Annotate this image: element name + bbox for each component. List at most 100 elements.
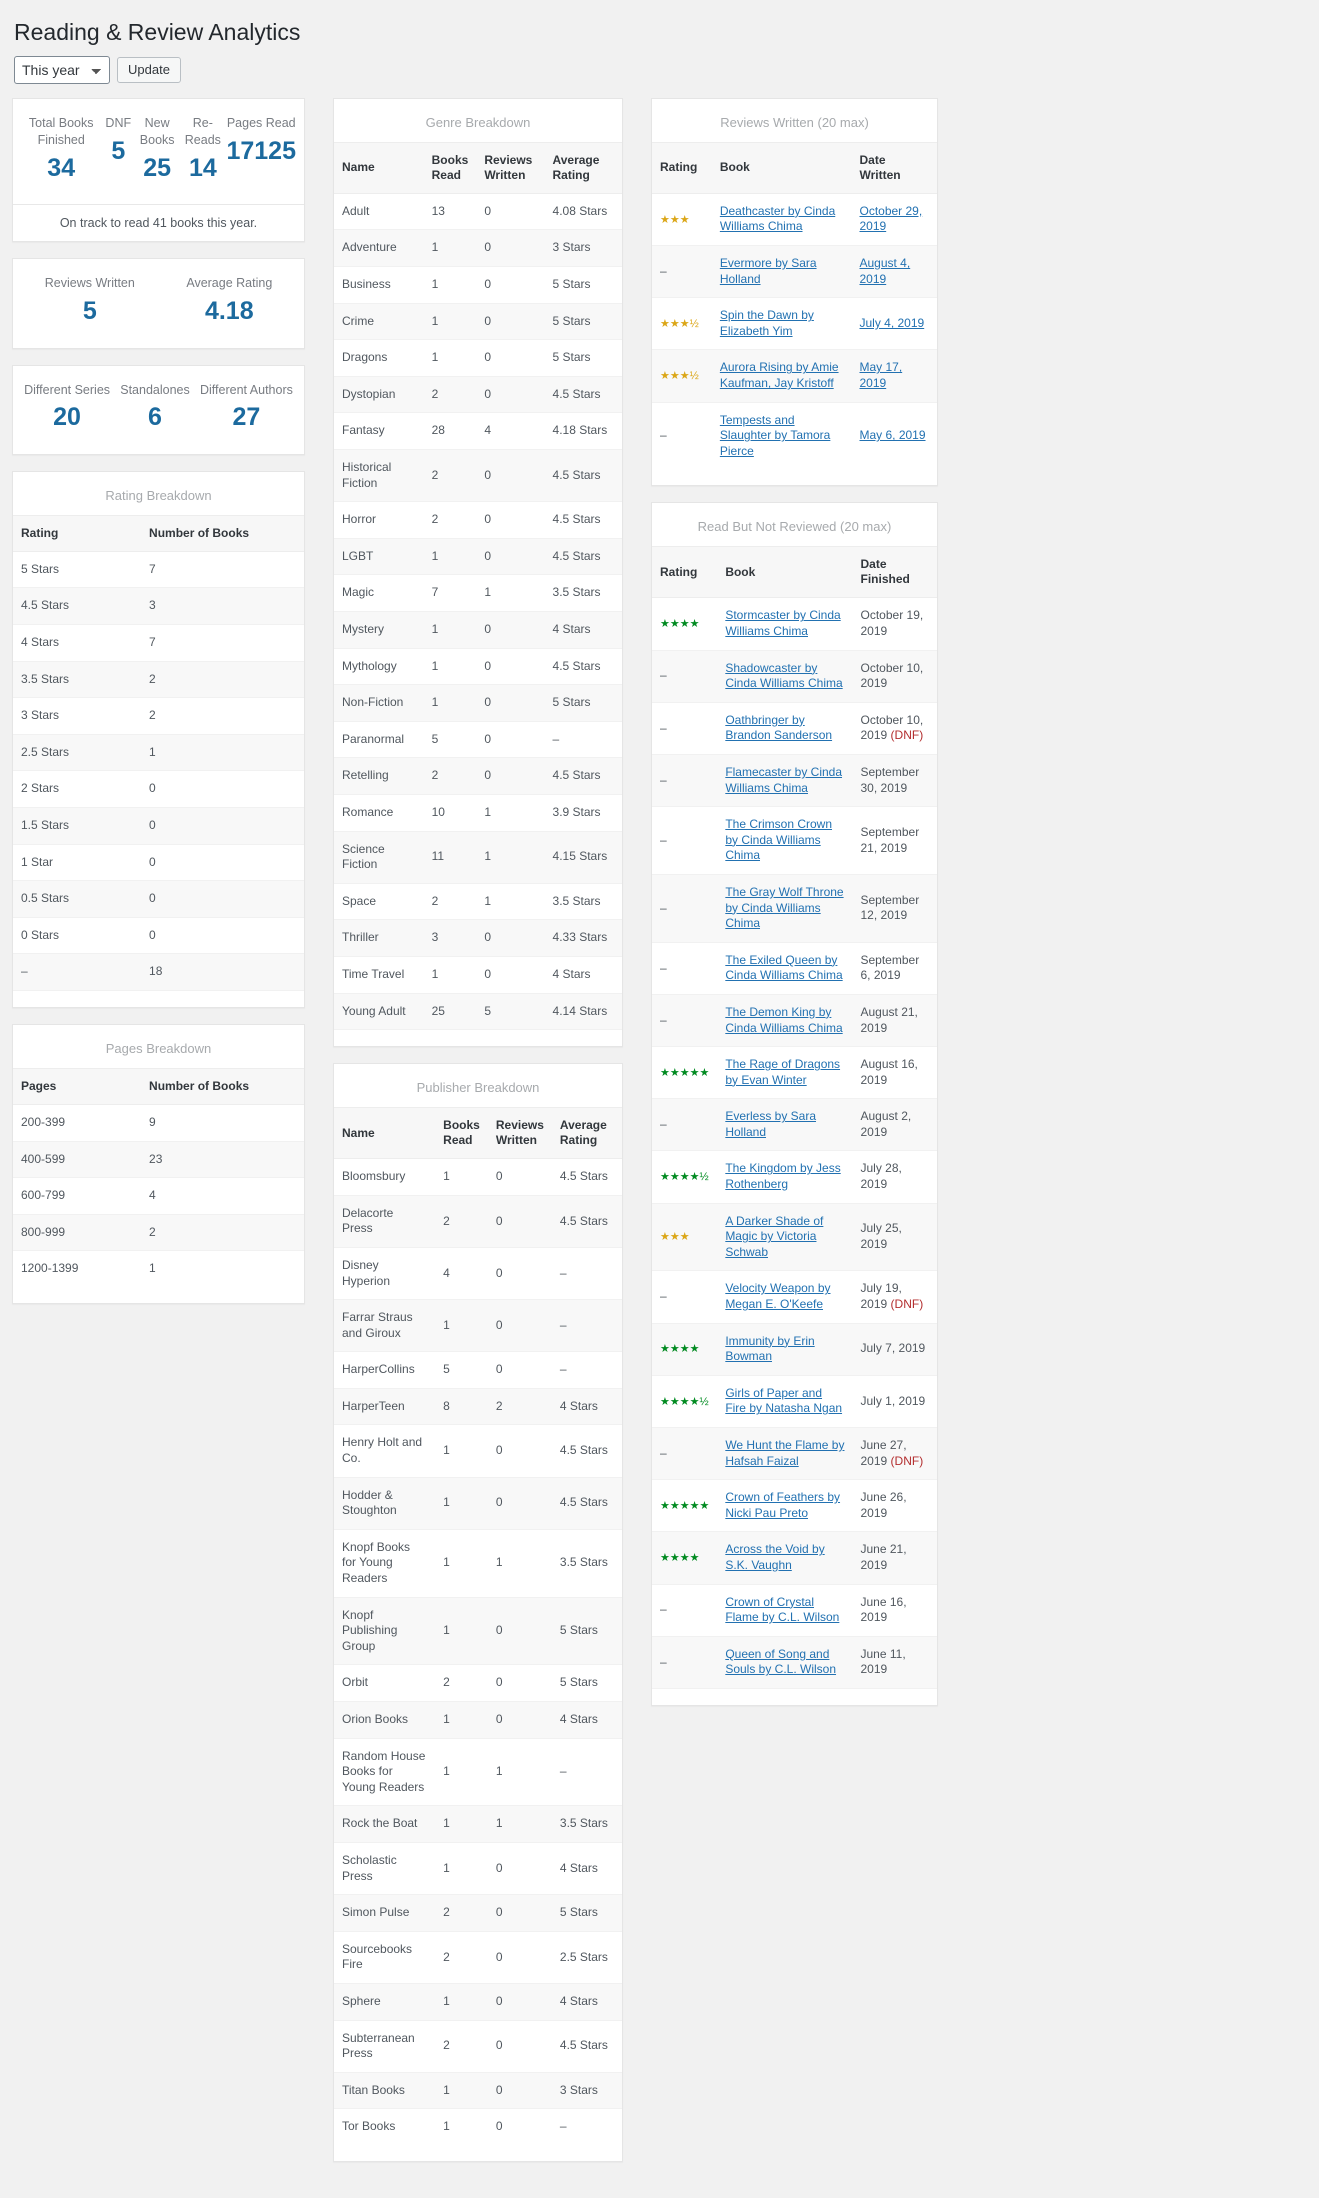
table-cell: Dystopian	[334, 375, 424, 414]
table-cell: 10	[431, 804, 445, 819]
table-header-row: Rating Book Date Written	[652, 141, 937, 194]
date-cell: September 6, 2019	[853, 942, 938, 994]
book-link[interactable]: Across the Void by S.K. Vaughn	[725, 1542, 824, 1572]
book-link[interactable]: Stormcaster by Cinda Williams Chima	[725, 608, 840, 638]
stat-label: Pages Read	[226, 115, 296, 130]
table-row: Non-Fiction 1 0 5 Stars	[334, 684, 622, 722]
book-link[interactable]: Crown of Feathers by Nicki Pau Preto	[725, 1490, 840, 1520]
book-link[interactable]: Shadowcaster by Cinda Williams Chima	[725, 661, 842, 691]
date-text: October 19, 2019	[860, 608, 924, 639]
table-cell: 0	[476, 537, 545, 576]
table-row: HarperCollins 5 0 –	[334, 1352, 622, 1389]
star-rating-icon: ★★★★	[660, 1552, 700, 1565]
book-link[interactable]: Tempests and Slaughter by Tamora Pierce	[720, 413, 831, 458]
table-cell: 3.9 Stars	[552, 804, 601, 819]
book-cell: We Hunt the Flame by Hafsah Faizal	[717, 1427, 853, 1481]
table-cell: 0	[141, 807, 304, 845]
table-cell: 7	[431, 585, 439, 600]
book-link[interactable]: The Rage of Dragons by Evan Winter	[725, 1057, 840, 1087]
book-link[interactable]: The Exiled Queen by Cinda Williams Chima	[725, 953, 842, 983]
book-link[interactable]: A Darker Shade of Magic by Victoria Schw…	[725, 1214, 823, 1259]
table-cell: Subterranean Press	[342, 2030, 415, 2061]
book-cell: Stormcaster by Cinda Williams Chima	[717, 598, 852, 650]
table-row: Knopf Publishing Group 1 0 5 Stars	[334, 1596, 622, 1666]
rating-cell: ★★★	[652, 1202, 718, 1272]
table-cell: 2	[141, 1213, 304, 1252]
book-link[interactable]: Spin the Dawn by Elizabeth Yim	[720, 308, 814, 338]
book-link[interactable]: Aurora Rising by Amie Kaufman, Jay Krist…	[720, 360, 839, 390]
table-row: – Velocity Weapon by Megan E. O'Keefe July…	[652, 1271, 937, 1323]
date-text: June 16, 2019	[860, 1594, 907, 1625]
book-link[interactable]: Velocity Weapon by Megan E. O'Keefe	[725, 1281, 830, 1311]
book-link[interactable]: Everless by Sara Holland	[725, 1109, 816, 1139]
date-link[interactable]: August 4, 2019	[859, 256, 910, 286]
rating-cell: ★★★★	[652, 1531, 718, 1585]
book-link[interactable]: We Hunt the Flame by Hafsah Faizal	[725, 1438, 844, 1468]
book-link[interactable]: Immunity by Erin Bowman	[725, 1334, 814, 1364]
table-cell: 1	[435, 2071, 488, 2110]
table-cell: 1	[443, 1764, 450, 1779]
book-cell: Flamecaster by Cinda Williams Chima	[717, 753, 853, 808]
table-cell: Retelling	[334, 757, 424, 795]
table-row: 2 Stars 0	[13, 771, 304, 808]
book-link[interactable]: Flamecaster by Cinda Williams Chima	[725, 765, 842, 795]
book-cell: The Gray Wolf Throne by Cinda Williams C…	[717, 873, 853, 943]
book-link[interactable]: Evermore by Sara Holland	[720, 256, 817, 286]
book-link[interactable]: The Demon King by Cinda Williams Chima	[725, 1005, 842, 1035]
book-link[interactable]: Queen of Song and Souls by C.L. Wilson	[725, 1647, 836, 1677]
rating-cell: –	[652, 1098, 718, 1152]
table-cell: 1	[443, 1555, 450, 1570]
table-cell: 1	[484, 804, 491, 819]
book-link[interactable]: The Gray Wolf Throne by Cinda Williams C…	[725, 885, 843, 930]
book-link[interactable]: Crown of Crystal Flame by C.L. Wilson	[725, 1595, 839, 1625]
date-cell: September 21, 2019	[853, 807, 938, 875]
book-link[interactable]: Girls of Paper and Fire by Natasha Ngan	[725, 1386, 842, 1416]
table-row: 800-999 2	[13, 1213, 304, 1252]
table-cell: Adult	[342, 203, 370, 218]
update-button[interactable]: Update	[117, 56, 181, 83]
no-rating-dash: –	[660, 772, 667, 787]
date-link[interactable]: May 6, 2019	[859, 428, 925, 442]
book-link[interactable]: Deathcaster by Cinda Williams Chima	[720, 204, 835, 234]
table-cell: 0	[487, 2071, 552, 2110]
table-cell: 0	[487, 1701, 552, 1739]
table-row: Hodder & Stoughton 1 0 4.5 Stars	[334, 1476, 622, 1530]
table-row: Science Fiction 11 1 4.15 Stars	[334, 830, 622, 884]
table-cell: Tor Books	[342, 2119, 396, 2134]
column-header: Rating	[652, 546, 718, 599]
date-link[interactable]: October 29, 2019	[859, 204, 922, 234]
read-not-reviewed-table: Rating Book Date Finished ★★★★ Stormcaster …	[652, 546, 937, 1689]
table-cell: 4 Stars	[559, 1860, 598, 1875]
date-link[interactable]: May 17, 2019	[859, 360, 902, 390]
year-range-select[interactable]: This year	[14, 55, 110, 84]
table-row: 4.5 Stars 3	[13, 587, 304, 626]
book-link[interactable]: Oathbringer by Brandon Sanderson	[725, 713, 832, 743]
table-header-row: Name Books Read Reviews Written Average Rat…	[334, 141, 622, 194]
table-cell: Knopf Books for Young Readers	[342, 1539, 411, 1586]
table-cell: 0	[484, 966, 491, 981]
table-cell: Simon Pulse	[334, 1894, 436, 1932]
book-link[interactable]: The Crimson Crown by Cinda Williams Chim…	[725, 817, 832, 862]
table-cell: 0	[149, 927, 156, 942]
table-cell: Henry Holt and Co.	[342, 1435, 423, 1466]
rating-cell: ★★★★½	[652, 1151, 717, 1203]
date-link[interactable]: July 4, 2019	[859, 316, 924, 330]
table-cell: 0	[487, 1299, 552, 1353]
book-link[interactable]: The Kingdom by Jess Rothenberg	[725, 1161, 840, 1191]
column-header: Average Rating	[551, 1107, 622, 1160]
table-cell: 600-799	[21, 1188, 66, 1203]
genre-breakdown-title: Genre Breakdown	[425, 114, 531, 130]
stat-label: Average Rating	[186, 276, 273, 291]
publisher-breakdown-title: Publisher Breakdown	[416, 1080, 540, 1096]
date-cell: August 16, 2019	[853, 1047, 938, 1099]
table-cell: 4.5 Stars	[559, 2038, 608, 2053]
star-rating-icon: ★★★★	[660, 1343, 700, 1356]
table-cell: LGBT	[334, 537, 424, 576]
column-header: Books Read	[423, 141, 477, 194]
table-cell: Delacorte Press	[334, 1194, 436, 1248]
table-row: – Crown of Crystal Flame by C.L. Wilson Ju…	[652, 1584, 937, 1636]
table-row: ★★★½ Aurora Rising by Amie Kaufman, Jay K…	[652, 349, 937, 403]
table-cell: 1 Star	[21, 854, 54, 869]
stat-value: 27	[232, 403, 261, 432]
table-cell: 0	[476, 302, 545, 341]
